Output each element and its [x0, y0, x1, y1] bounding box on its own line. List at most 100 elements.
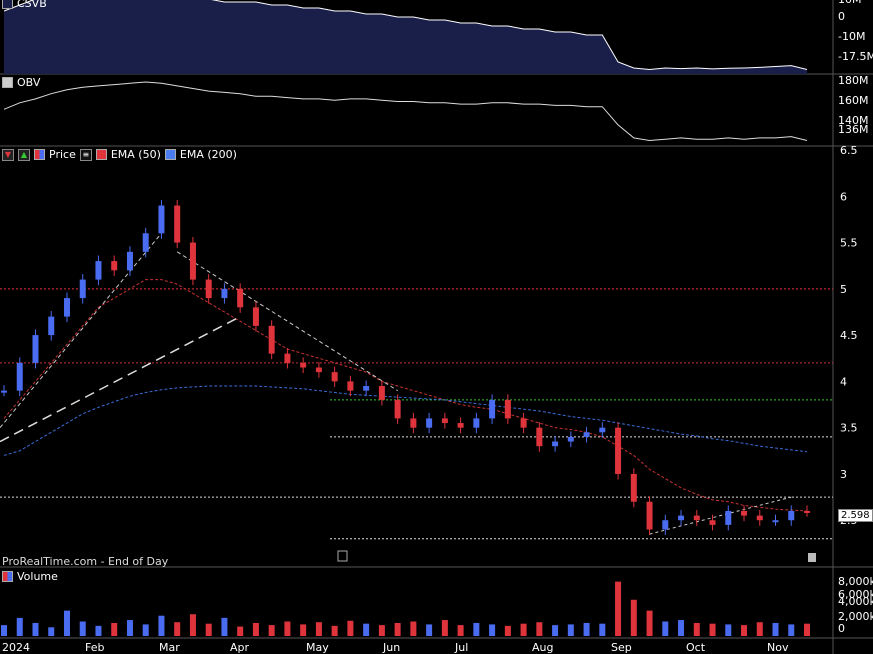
candle-body	[756, 515, 763, 521]
x-tick-label: Jul	[454, 641, 468, 654]
volume-bar	[16, 617, 23, 636]
price-legend: ▼ ▲ Price ≡ EMA (50) EMA (200)	[2, 148, 237, 161]
x-tick-label: 2024	[2, 641, 30, 654]
candle-body	[111, 261, 118, 271]
volume-bar	[158, 615, 165, 636]
candle-body	[189, 242, 196, 280]
candle-body	[504, 399, 511, 419]
csvb-area	[4, 0, 807, 74]
ema200-line	[3, 385, 808, 456]
volume-bar	[788, 624, 795, 636]
x-tick-label: Mar	[159, 641, 180, 654]
csvb-tick-label: 0	[838, 10, 845, 23]
x-tick-label: Aug	[532, 641, 553, 654]
calendar-icon	[337, 550, 348, 562]
obv-label-text: OBV	[17, 76, 41, 89]
candle-body	[363, 386, 370, 391]
volume-bar	[646, 610, 653, 636]
volume-bar	[378, 625, 385, 636]
arrow-down-icon[interactable]: ▼	[2, 148, 14, 161]
volume-bar	[662, 621, 669, 636]
volume-bar	[126, 620, 133, 636]
volume-bar	[567, 624, 574, 636]
candle-body	[142, 233, 149, 252]
candle-body	[63, 298, 70, 317]
list-icon[interactable]: ≡	[79, 148, 92, 161]
volume-bar	[410, 621, 417, 636]
csvb-label-text: CSVB	[17, 0, 47, 10]
candle-body	[284, 353, 291, 363]
volume-tick-label: 4,000k	[838, 595, 873, 608]
candle-body	[174, 205, 181, 243]
candle-body	[315, 367, 322, 373]
candle-body	[441, 418, 448, 424]
obv-label: OBV	[2, 76, 40, 89]
volume-bar	[284, 621, 291, 636]
candle-body	[693, 515, 700, 521]
price-tick-label: 6.5	[840, 144, 858, 157]
volume-bar	[252, 622, 259, 636]
candle-body	[725, 510, 732, 525]
volume-bar	[363, 623, 370, 636]
volume-bar	[426, 624, 433, 636]
volume-bar	[772, 622, 779, 636]
candle-body	[1, 390, 7, 393]
csvb-label: CSVB	[2, 0, 47, 10]
candle-body	[331, 372, 338, 382]
last-price-tag: 2.598	[838, 509, 873, 522]
volume-bar	[174, 622, 181, 636]
candle-body	[268, 325, 275, 354]
volume-bar	[142, 624, 149, 636]
candle-body	[300, 362, 307, 368]
candle-body	[772, 520, 779, 523]
volume-bar	[331, 625, 338, 636]
candle-body	[630, 473, 637, 502]
volume-bar	[32, 622, 39, 636]
volume-bar	[520, 623, 527, 636]
volume-bar	[300, 624, 307, 636]
candle-body	[741, 510, 748, 516]
footer-source: ProRealTime.com - End of Day	[2, 555, 169, 568]
volume-bar	[394, 622, 401, 636]
candle-body	[583, 432, 590, 437]
arrow-up-icon[interactable]: ▲	[18, 148, 30, 161]
x-tick-label: May	[306, 641, 329, 654]
price-tick-label: 3	[840, 468, 847, 481]
candle-body	[804, 510, 810, 513]
info-icon	[808, 553, 816, 562]
candle-body	[205, 279, 212, 299]
volume-bar	[630, 599, 637, 636]
volume-tick-label: 0	[838, 622, 845, 635]
ema50-line	[3, 279, 808, 512]
candle-body	[520, 418, 527, 428]
candle-body	[79, 279, 86, 299]
price-tick-label: 5.5	[840, 237, 858, 250]
volume-bar	[756, 622, 763, 636]
volume-bar	[678, 620, 685, 636]
ema50-swatch-icon	[95, 149, 107, 160]
candle-body	[709, 520, 716, 525]
volume-bar	[457, 625, 464, 636]
ema200-legend-text: EMA (200)	[179, 148, 237, 161]
price-tick-label: 6	[840, 190, 847, 203]
x-tick-label: Nov	[767, 641, 789, 654]
volume-bar	[48, 627, 55, 636]
candle-body	[678, 515, 685, 521]
x-tick-label: Feb	[85, 641, 104, 654]
volume-bar	[347, 620, 354, 636]
price-legend-text: Price	[49, 148, 76, 161]
volume-bar	[268, 625, 275, 636]
volume-bar	[473, 622, 480, 636]
volume-bar	[1, 625, 7, 636]
obv-tick-label: 136M	[838, 123, 869, 136]
volume-label-text: Volume	[17, 570, 58, 583]
candle-body	[489, 399, 496, 419]
candle-body	[347, 381, 354, 391]
candle-body	[32, 335, 39, 363]
csvb-tick-label: -17.5M	[838, 50, 873, 63]
volume-bar	[79, 621, 86, 636]
price-swatch-icon	[34, 149, 45, 160]
volume-bar	[489, 624, 496, 636]
volume-bar	[536, 622, 543, 636]
candle-body	[410, 418, 417, 428]
